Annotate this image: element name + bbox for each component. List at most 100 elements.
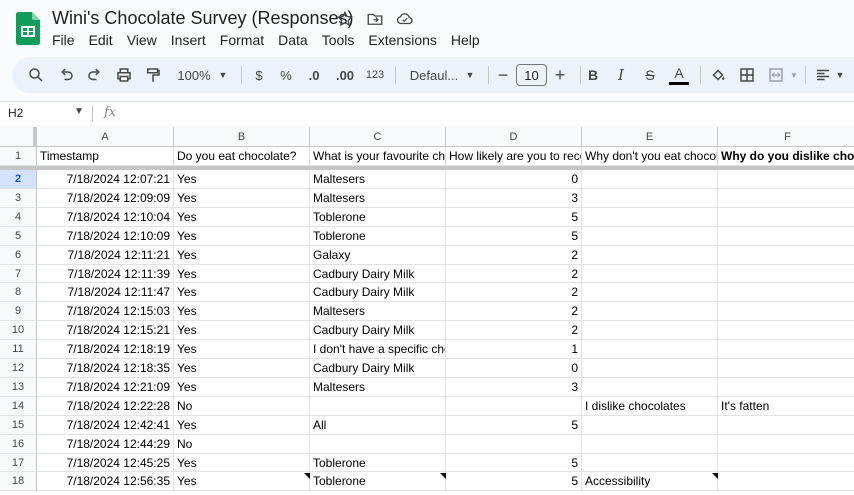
cell-e[interactable] xyxy=(582,416,718,435)
cell-d[interactable] xyxy=(446,435,582,454)
column-header-b[interactable]: B xyxy=(174,127,310,147)
cell-a[interactable]: 7/18/2024 12:21:09 xyxy=(37,378,174,397)
fill-color-icon[interactable] xyxy=(708,57,728,93)
cell-a[interactable]: 7/18/2024 12:11:21 xyxy=(37,246,174,265)
cell-f[interactable] xyxy=(718,454,854,472)
increase-font-size-button[interactable]: + xyxy=(551,57,569,93)
menu-edit[interactable]: Edit xyxy=(89,32,121,48)
cell-a[interactable]: 7/18/2024 12:11:39 xyxy=(37,265,174,283)
percent-format-button[interactable]: % xyxy=(278,57,294,93)
row-header[interactable]: 12 xyxy=(0,359,37,378)
cell-b[interactable]: Yes xyxy=(174,472,310,491)
cell-b[interactable]: Yes xyxy=(174,340,310,359)
font-size-input[interactable]: 10 xyxy=(516,57,547,93)
row-header[interactable]: 1 xyxy=(0,147,37,166)
menu-data[interactable]: Data xyxy=(278,32,316,48)
cell-d[interactable]: 2 xyxy=(446,302,582,321)
cell-a[interactable]: 7/18/2024 12:18:19 xyxy=(37,340,174,359)
row-header[interactable]: 8 xyxy=(0,283,37,302)
print-icon[interactable] xyxy=(114,57,134,93)
cell-c[interactable]: Toblerone xyxy=(310,227,446,246)
cell-e[interactable] xyxy=(582,321,718,340)
cell-e[interactable] xyxy=(582,208,718,227)
row-header[interactable]: 2 xyxy=(0,170,37,189)
redo-icon[interactable] xyxy=(85,57,105,93)
cell-d[interactable]: 3 xyxy=(446,189,582,208)
cell-d[interactable]: 2 xyxy=(446,246,582,265)
menu-insert[interactable]: Insert xyxy=(171,32,214,48)
cell-a[interactable]: 7/18/2024 12:09:09 xyxy=(37,189,174,208)
font-select[interactable]: Defaul... xyxy=(404,57,464,93)
row-header[interactable]: 15 xyxy=(0,416,37,435)
number-format-button[interactable]: 123 xyxy=(364,57,386,93)
increase-decimal-button[interactable]: .00 xyxy=(334,57,356,93)
row-header[interactable]: 16 xyxy=(0,435,37,454)
cell-e[interactable] xyxy=(582,340,718,359)
cell-f[interactable] xyxy=(718,283,854,302)
strikethrough-button[interactable]: S xyxy=(642,57,658,93)
column-header-e[interactable]: E xyxy=(582,127,718,147)
header-cell-e[interactable]: Why don't you eat chocolate? xyxy=(582,147,718,166)
row-header[interactable]: 9 xyxy=(0,302,37,321)
cell-c[interactable]: Galaxy xyxy=(310,246,446,265)
row-header[interactable]: 13 xyxy=(0,378,37,397)
cell-e[interactable] xyxy=(582,454,718,472)
cell-d[interactable]: 5 xyxy=(446,472,582,491)
column-header-c[interactable]: C xyxy=(310,127,446,147)
header-cell-d[interactable]: How likely are you to recommend xyxy=(446,147,582,166)
column-header-f[interactable]: F xyxy=(718,127,854,147)
star-icon[interactable] xyxy=(336,10,354,28)
header-cell-c[interactable]: What is your favourite chocolate? xyxy=(310,147,446,166)
cell-f[interactable] xyxy=(718,359,854,378)
cell-b[interactable]: Yes xyxy=(174,416,310,435)
header-cell-b[interactable]: Do you eat chocolate? xyxy=(174,147,310,166)
cell-f[interactable] xyxy=(718,472,854,491)
align-caret-icon[interactable]: ▼ xyxy=(834,57,846,93)
cell-d[interactable]: 3 xyxy=(446,378,582,397)
cell-a[interactable]: 7/18/2024 12:15:03 xyxy=(37,302,174,321)
row-header[interactable]: 10 xyxy=(0,321,37,340)
cell-e[interactable] xyxy=(582,189,718,208)
cell-e[interactable]: I dislike chocolates xyxy=(582,397,718,416)
menu-help[interactable]: Help xyxy=(451,32,488,48)
column-header-d[interactable]: D xyxy=(446,127,582,147)
cell-c[interactable]: Toblerone xyxy=(310,454,446,472)
italic-button[interactable]: I xyxy=(614,57,628,93)
cell-c[interactable]: Cadbury Dairy Milk xyxy=(310,265,446,283)
menu-format[interactable]: Format xyxy=(220,32,272,48)
document-title[interactable]: Wini's Chocolate Survey (Responses) xyxy=(52,8,354,29)
cell-d[interactable]: 5 xyxy=(446,227,582,246)
note-marker-c18[interactable] xyxy=(304,473,310,479)
row-header[interactable]: 18 xyxy=(0,472,37,491)
cell-d[interactable]: 2 xyxy=(446,283,582,302)
menu-file[interactable]: File xyxy=(52,32,83,48)
cell-b[interactable]: Yes xyxy=(174,208,310,227)
cell-f[interactable] xyxy=(718,340,854,359)
cell-f[interactable] xyxy=(718,246,854,265)
font-size-value[interactable]: 10 xyxy=(516,64,547,86)
row-header[interactable]: 3 xyxy=(0,189,37,208)
cell-d[interactable]: 0 xyxy=(446,359,582,378)
row-header[interactable]: 6 xyxy=(0,246,37,265)
cell-e[interactable] xyxy=(582,359,718,378)
cell-d[interactable]: 5 xyxy=(446,454,582,472)
cell-a[interactable]: 7/18/2024 12:10:04 xyxy=(37,208,174,227)
zoom-caret-icon[interactable]: ▼ xyxy=(217,57,229,93)
merge-cells-icon[interactable] xyxy=(766,57,786,93)
move-to-folder-icon[interactable] xyxy=(366,10,384,28)
sheets-logo-icon[interactable] xyxy=(16,12,40,45)
cell-c[interactable]: Maltesers xyxy=(310,189,446,208)
select-all-corner[interactable] xyxy=(0,127,37,147)
paint-format-icon[interactable] xyxy=(143,57,163,93)
horizontal-align-icon[interactable] xyxy=(813,57,833,93)
cell-a[interactable]: 7/18/2024 12:18:35 xyxy=(37,359,174,378)
cell-e[interactable] xyxy=(582,283,718,302)
cell-d[interactable]: 0 xyxy=(446,170,582,189)
row-header[interactable]: 7 xyxy=(0,265,37,283)
cell-a[interactable]: 7/18/2024 12:07:21 xyxy=(37,170,174,189)
cell-a[interactable]: 7/18/2024 12:15:21 xyxy=(37,321,174,340)
name-box[interactable]: H2 xyxy=(8,106,23,120)
cell-b[interactable]: Yes xyxy=(174,378,310,397)
cloud-saved-icon[interactable] xyxy=(396,10,414,28)
cell-e[interactable] xyxy=(582,378,718,397)
